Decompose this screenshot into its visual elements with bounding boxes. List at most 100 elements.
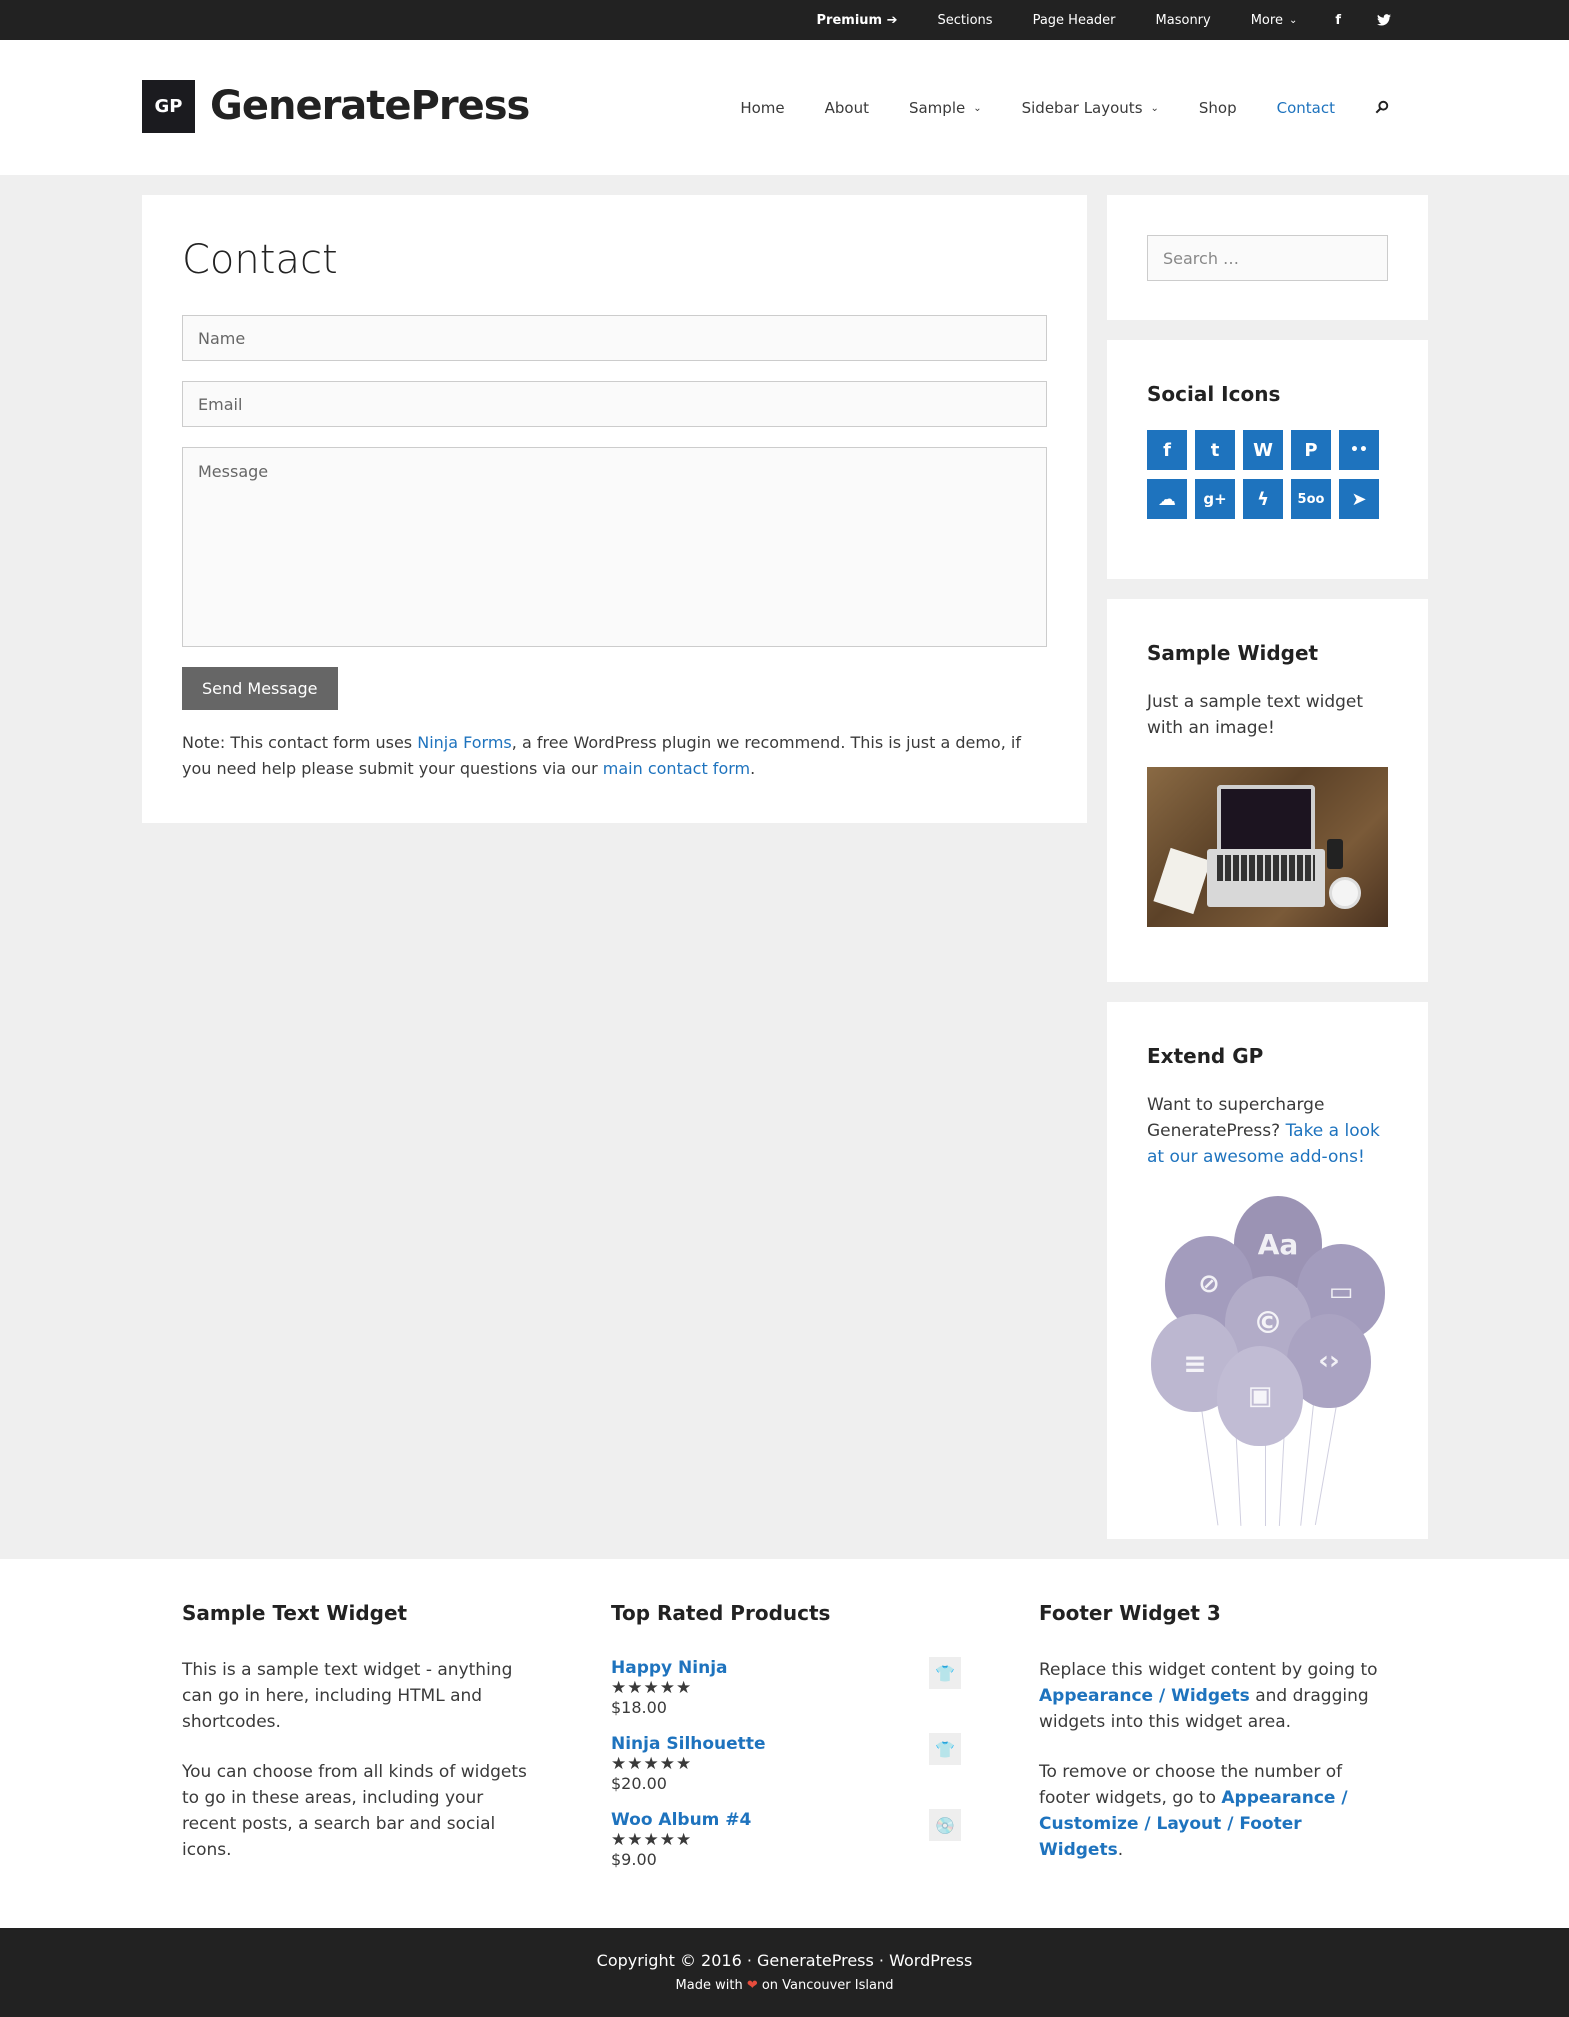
note-suffix: . bbox=[750, 759, 756, 778]
heart-icon: ❤ bbox=[746, 1978, 758, 1993]
nav-item-shop[interactable]: Shop bbox=[1179, 99, 1257, 117]
widget-title: Footer Widget 3 bbox=[1039, 1601, 1221, 1625]
product-item: Ninja Silhouette ★★★★★ $20.00 👕 bbox=[611, 1733, 961, 1809]
notebook-shape bbox=[1153, 847, 1211, 915]
star-rating: ★★★★★ bbox=[611, 1678, 693, 1698]
twitter-icon[interactable]: t bbox=[1195, 430, 1235, 470]
facebook-icon[interactable]: f bbox=[1317, 0, 1359, 40]
soundcloud-icon[interactable]: ☁ bbox=[1147, 479, 1187, 519]
social-icons-widget: Social Icons f t W P •• ☁ g+ ϟ 5oo ➤ bbox=[1107, 340, 1428, 579]
product-name-link[interactable]: Happy Ninja bbox=[611, 1658, 728, 1678]
product-price: $20.00 bbox=[611, 1774, 667, 1793]
sidebar-search-input[interactable]: Search … bbox=[1147, 235, 1388, 281]
nav-item-sample-label: Sample bbox=[908, 99, 966, 117]
chevron-down-icon: ⌄ bbox=[973, 102, 982, 114]
main-navigation: Home About Sample ⌄ Sidebar Layouts ⌄ Sh… bbox=[720, 80, 1409, 136]
widget-text: Want to supercharge GeneratePress? Take … bbox=[1147, 1092, 1388, 1170]
cup-shape bbox=[1329, 877, 1361, 909]
tshirt-thumbnail-icon[interactable]: 👕 bbox=[929, 1733, 961, 1765]
copyright-text: Copyright © 2016 · GeneratePress · WordP… bbox=[596, 1951, 973, 1970]
name-input[interactable]: Name bbox=[182, 315, 1047, 361]
footer-paragraph: Replace this widget content by going to … bbox=[1039, 1657, 1389, 1735]
laptop-keys-shape bbox=[1217, 855, 1315, 881]
topbar-item-premium[interactable]: Premium ➔ bbox=[797, 0, 918, 40]
extend-gp-widget: Extend GP Want to supercharge GeneratePr… bbox=[1107, 1002, 1428, 1539]
message-textarea[interactable]: Message bbox=[182, 447, 1047, 647]
search-magnifier-shape bbox=[1375, 100, 1389, 113]
email-input[interactable]: Email bbox=[182, 381, 1047, 427]
topbar-item-more[interactable]: More ⌄ bbox=[1231, 0, 1318, 40]
tshirt-thumbnail-icon[interactable]: 👕 bbox=[929, 1657, 961, 1689]
ninja-forms-link[interactable]: Ninja Forms bbox=[417, 733, 512, 752]
image-balloon-icon: ▣ bbox=[1217, 1346, 1303, 1446]
topbar-item-masonry[interactable]: Masonry bbox=[1136, 0, 1231, 40]
footer-paragraph: This is a sample text widget - anything … bbox=[182, 1660, 513, 1732]
widget-title: Social Icons bbox=[1147, 382, 1281, 406]
nav-item-home[interactable]: Home bbox=[720, 99, 804, 117]
site-logo[interactable]: GP bbox=[142, 80, 195, 133]
phone-shape bbox=[1327, 839, 1343, 869]
product-item: Woo Album #4 ★★★★★ $9.00 💿 bbox=[611, 1809, 961, 1885]
deviantart-icon[interactable]: ϟ bbox=[1243, 479, 1283, 519]
made-prefix: Made with bbox=[675, 1978, 747, 1993]
chevron-down-icon: ⌄ bbox=[1288, 14, 1298, 26]
product-name-link[interactable]: Ninja Silhouette bbox=[611, 1734, 765, 1754]
telegram-icon[interactable]: ➤ bbox=[1339, 479, 1379, 519]
note-prefix: Note: This contact form uses bbox=[182, 733, 418, 752]
product-name-link[interactable]: Woo Album #4 bbox=[611, 1810, 751, 1830]
flickr-icon[interactable]: •• bbox=[1339, 430, 1379, 470]
pinterest-icon[interactable]: P bbox=[1291, 430, 1331, 470]
album-thumbnail-icon[interactable]: 💿 bbox=[929, 1809, 961, 1841]
widget-title: Top Rated Products bbox=[611, 1601, 831, 1625]
site-footer: Copyright © 2016 · GeneratePress · WordP… bbox=[0, 1928, 1569, 2017]
widget-text: This is a sample text widget - anything … bbox=[182, 1657, 532, 1863]
secondary-navigation: Premium ➔ Sections Page Header Masonry M… bbox=[797, 0, 1409, 40]
nav-item-sidebar-layouts-label: Sidebar Layouts bbox=[1021, 99, 1143, 117]
made-with-text: Made with ❤ on Vancouver Island bbox=[0, 1978, 1569, 1993]
topbar-item-sections[interactable]: Sections bbox=[918, 0, 1013, 40]
footer-paragraph: You can choose from all kinds of widgets… bbox=[182, 1762, 527, 1860]
product-item: Happy Ninja ★★★★★ $18.00 👕 bbox=[611, 1657, 961, 1733]
wordpress-icon[interactable]: W bbox=[1243, 430, 1283, 470]
footer-widget-3: Footer Widget 3 Replace this widget cont… bbox=[1039, 1599, 1389, 1887]
product-price: $18.00 bbox=[611, 1698, 667, 1717]
twitter-icon[interactable] bbox=[1359, 0, 1409, 40]
widget-title: Sample Text Widget bbox=[182, 1601, 408, 1625]
500px-icon[interactable]: 5oo bbox=[1291, 479, 1331, 519]
chevron-down-icon: ⌄ bbox=[1150, 102, 1159, 114]
top-bar: Premium ➔ Sections Page Header Masonry M… bbox=[0, 0, 1569, 40]
addons-balloons-image[interactable]: Aa ⊘ ▭ © ≡ ‹› ▣ bbox=[1147, 1196, 1388, 1526]
twitter-bird-shape bbox=[1377, 14, 1391, 26]
star-rating: ★★★★★ bbox=[611, 1754, 693, 1774]
laptop-screen-shape bbox=[1217, 785, 1315, 849]
main-contact-form-link[interactable]: main contact form bbox=[603, 759, 750, 778]
footer-widget-1: Sample Text Widget This is a sample text… bbox=[182, 1599, 532, 1887]
google-plus-icon[interactable]: g+ bbox=[1195, 479, 1235, 519]
footer-widgets: Sample Text Widget This is a sample text… bbox=[0, 1559, 1569, 1928]
widget-title: Sample Widget bbox=[1147, 641, 1319, 665]
text-span: Replace this widget content by going to bbox=[1039, 1660, 1378, 1680]
topbar-item-page-header[interactable]: Page Header bbox=[1013, 0, 1136, 40]
footer-widget-2: Top Rated Products Happy Ninja ★★★★★ $18… bbox=[611, 1599, 961, 1885]
widget-text: Replace this widget content by going to … bbox=[1039, 1657, 1389, 1863]
contact-content: Contact Name Email Message Send Message … bbox=[142, 195, 1087, 823]
facebook-icon[interactable]: f bbox=[1147, 430, 1187, 470]
topbar-item-more-label: More bbox=[1250, 12, 1283, 28]
balloon-string bbox=[1300, 1396, 1315, 1526]
appearance-widgets-link[interactable]: Appearance / Widgets bbox=[1039, 1686, 1250, 1706]
page-title: Contact bbox=[182, 237, 338, 283]
search-icon[interactable] bbox=[1355, 99, 1409, 118]
site-title[interactable]: GeneratePress bbox=[210, 78, 530, 134]
star-rating: ★★★★★ bbox=[611, 1830, 693, 1850]
send-message-button[interactable]: Send Message bbox=[182, 667, 338, 710]
nav-item-sidebar-layouts[interactable]: Sidebar Layouts ⌄ bbox=[1002, 99, 1179, 117]
nav-item-contact[interactable]: Contact bbox=[1257, 99, 1355, 117]
nav-item-sample[interactable]: Sample ⌄ bbox=[889, 99, 1002, 117]
text-span: . bbox=[1117, 1840, 1124, 1860]
nav-item-about[interactable]: About bbox=[805, 99, 889, 117]
site-header: GP GeneratePress Home About Sample ⌄ Sid… bbox=[0, 40, 1569, 175]
product-price: $9.00 bbox=[611, 1850, 657, 1869]
search-widget: Search … bbox=[1107, 195, 1428, 320]
widget-title: Extend GP bbox=[1147, 1044, 1264, 1068]
form-note: Note: This contact form uses Ninja Forms… bbox=[182, 730, 1052, 782]
